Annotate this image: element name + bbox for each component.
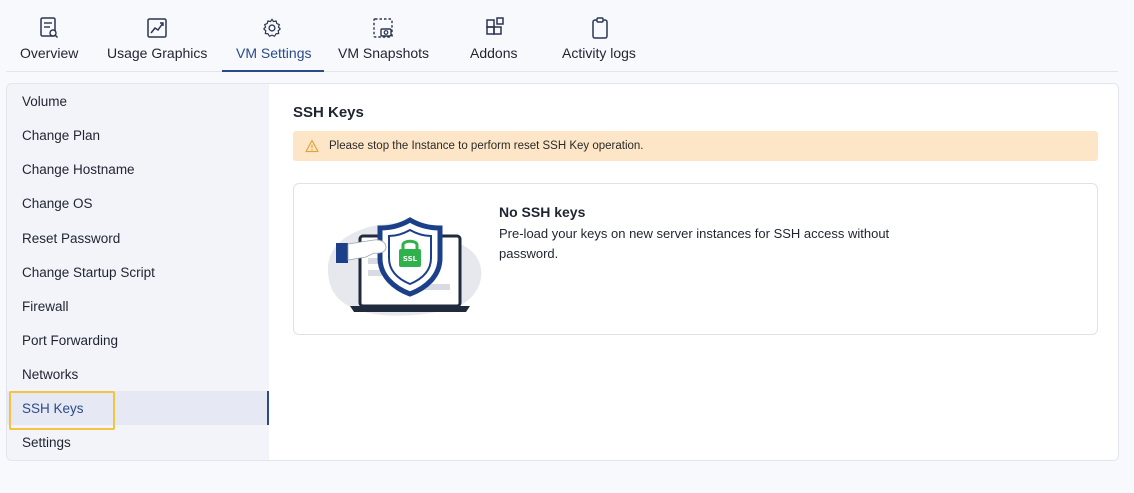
tab-label: Usage Graphics: [107, 45, 208, 61]
tab-label: VM Settings: [236, 45, 312, 61]
sidebar-item-volume[interactable]: Volume: [7, 84, 269, 118]
empty-state-title: No SSH keys: [499, 204, 586, 220]
sidebar-item-label: Settings: [22, 434, 71, 450]
tab-activity-logs[interactable]: Activity logs: [554, 0, 646, 72]
sidebar-item-label: Networks: [22, 366, 79, 382]
tab-addons[interactable]: Addons: [461, 0, 531, 72]
settings-card: Volume Change Plan Change Hostname Chang…: [6, 83, 1119, 461]
sidebar-item-label: Change Startup Script: [22, 264, 155, 280]
sidebar-item-change-plan[interactable]: Change Plan: [7, 118, 269, 152]
chart-line-icon: [147, 18, 167, 38]
blocks-icon: [486, 17, 504, 35]
tab-vm-snapshots[interactable]: VM Snapshots: [334, 0, 434, 72]
tab-label: Addons: [470, 45, 518, 61]
settings-sidebar: Volume Change Plan Change Hostname Chang…: [7, 84, 269, 460]
sidebar-item-ssh-keys[interactable]: SSH Keys: [7, 391, 269, 425]
sidebar-item-change-startup-script[interactable]: Change Startup Script: [7, 255, 269, 289]
top-tabs: Overview Usage Graphics VM Settings VM S…: [6, 0, 1118, 72]
clipboard-icon: [592, 17, 608, 39]
sidebar-item-settings[interactable]: Settings: [7, 425, 269, 459]
sidebar-item-port-forwarding[interactable]: Port Forwarding: [7, 323, 269, 357]
sidebar-item-label: Change Plan: [22, 127, 101, 143]
warning-alert: Please stop the Instance to perform rese…: [293, 131, 1098, 161]
sidebar-item-reset-password[interactable]: Reset Password: [7, 221, 269, 255]
sidebar-item-networks[interactable]: Networks: [7, 357, 269, 391]
sidebar-item-label: Firewall: [22, 298, 69, 314]
sidebar-item-label: Change Hostname: [22, 161, 135, 177]
sidebar-item-firewall[interactable]: Firewall: [7, 289, 269, 323]
sidebar-item-label: Port Forwarding: [22, 332, 119, 348]
ssl-badge-text: SSL: [403, 255, 418, 263]
camera-icon: [373, 18, 393, 38]
sidebar-item-label: Change OS: [22, 195, 93, 211]
gear-icon: [263, 18, 281, 37]
sidebar-item-change-hostname[interactable]: Change Hostname: [7, 152, 269, 186]
page-title: SSH Keys: [293, 104, 364, 121]
ssl-shield-laptop-icon: SSL: [327, 217, 482, 316]
tab-vm-settings[interactable]: VM Settings: [222, 0, 324, 72]
report-search-icon: [40, 17, 59, 39]
tab-label: VM Snapshots: [338, 45, 430, 61]
tab-overview[interactable]: Overview: [14, 0, 84, 72]
sidebar-item-label: Volume: [22, 93, 68, 109]
empty-state-description: Pre-load your keys on new server instanc…: [499, 226, 890, 261]
alert-text: Please stop the Instance to perform rese…: [329, 140, 644, 152]
sidebar-item-label: SSH Keys: [22, 400, 84, 416]
tab-usage-graphics[interactable]: Usage Graphics: [102, 0, 214, 72]
sidebar-item-change-os[interactable]: Change OS: [7, 186, 269, 220]
tab-label: Overview: [20, 45, 79, 61]
warning-icon: [305, 139, 319, 153]
sidebar-item-label: Reset Password: [22, 230, 121, 246]
tab-label: Activity logs: [562, 45, 636, 61]
empty-state: SSL No SSH keys Pre-load your keys on ne…: [293, 183, 1098, 335]
